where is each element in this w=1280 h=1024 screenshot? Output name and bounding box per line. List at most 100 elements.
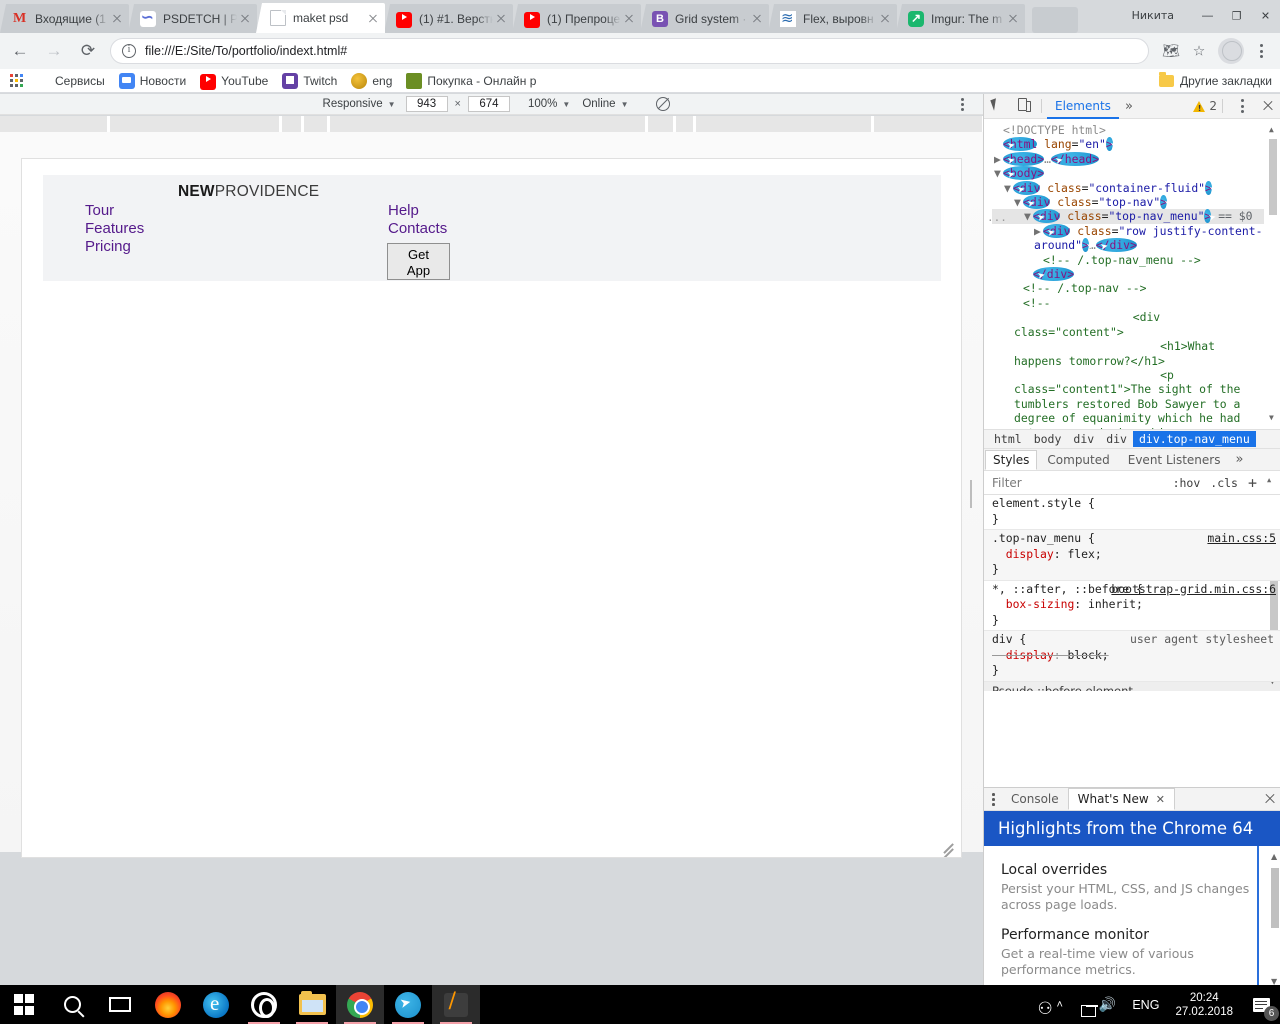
dom-node-line[interactable]: <!DOCTYPE html>: [992, 123, 1264, 137]
tab-console[interactable]: Console: [1002, 789, 1068, 809]
new-tab-button[interactable]: [1032, 7, 1078, 33]
get-app-button[interactable]: Get App: [387, 243, 450, 280]
scroll-thumb[interactable]: [1269, 139, 1277, 215]
devtools-close-button[interactable]: [1256, 94, 1280, 118]
css-rule-source[interactable]: main.css:5: [1207, 531, 1276, 547]
tab-close-icon[interactable]: [1005, 11, 1021, 27]
browser-tab[interactable]: maket psd: [256, 3, 385, 33]
sublime-button[interactable]: [432, 985, 480, 1024]
bookmark-item[interactable]: Сервисы: [27, 70, 112, 92]
inspect-element-icon[interactable]: [984, 94, 1010, 118]
other-bookmarks-button[interactable]: Другие закладки: [1159, 74, 1280, 88]
css-value[interactable]: flex;: [1067, 547, 1101, 561]
css-property[interactable]: display: [1006, 648, 1054, 662]
css-rule[interactable]: *, ::after, ::before {bootstrap-grid.min…: [984, 581, 1280, 632]
css-property[interactable]: display: [1006, 547, 1054, 561]
css-selector[interactable]: div {: [992, 632, 1026, 646]
dom-node-line[interactable]: ▶<head>…</head>: [992, 152, 1264, 166]
cls-toggle[interactable]: .cls: [1210, 476, 1238, 490]
notification-center-button[interactable]: 6: [1242, 985, 1280, 1024]
breadcrumb-item[interactable]: div: [1100, 431, 1133, 447]
bookmark-item[interactable]: eng: [344, 70, 399, 92]
bookmark-item[interactable]: YouTube: [193, 70, 275, 92]
hov-toggle[interactable]: :hov: [1173, 476, 1201, 490]
css-selector[interactable]: element.style {: [992, 496, 1095, 510]
warning-indicator[interactable]: 2: [1193, 99, 1217, 113]
dom-node-line[interactable]: <h1>What happens tomorrow?</h1>: [992, 339, 1264, 368]
close-icon[interactable]: ✕: [1156, 793, 1165, 806]
browser-tab[interactable]: BGrid system ·: [640, 4, 769, 33]
site-nav-link[interactable]: Pricing: [85, 238, 144, 256]
viewport-height-input[interactable]: 674: [468, 96, 510, 112]
minimize-button[interactable]: —: [1193, 0, 1222, 31]
css-rule-source[interactable]: bootstrap-grid.min.css:6: [1111, 582, 1276, 598]
task-view-button[interactable]: [96, 985, 144, 1024]
dom-node-line[interactable]: <div class="content">: [992, 310, 1264, 339]
search-button[interactable]: [48, 985, 96, 1024]
tab-close-icon[interactable]: [877, 11, 893, 27]
scroll-down-icon[interactable]: ▼: [1269, 411, 1274, 425]
tab-styles[interactable]: Styles: [985, 450, 1037, 470]
site-nav-link[interactable]: Help: [388, 202, 447, 220]
apps-grid-icon[interactable]: [10, 74, 23, 87]
browser-tab[interactable]: Входящие (1: [0, 4, 129, 33]
no-throttling-icon[interactable]: [656, 97, 670, 111]
site-nav-link[interactable]: Contacts: [388, 220, 447, 238]
breadcrumb-item[interactable]: div.top-nav_menu: [1133, 431, 1256, 447]
expand-triangle-icon[interactable]: ▶: [994, 152, 1003, 166]
tab-close-icon[interactable]: [237, 11, 253, 27]
maximize-button[interactable]: ❐: [1222, 0, 1251, 31]
filter-input[interactable]: Filter: [992, 476, 1022, 490]
scroll-up-icon[interactable]: ▲: [1271, 852, 1277, 861]
scroll-up-icon[interactable]: ▲: [1269, 123, 1274, 137]
css-value[interactable]: inherit;: [1088, 597, 1143, 611]
css-declaration[interactable]: display: block;: [992, 648, 1268, 664]
firefox-button[interactable]: [144, 985, 192, 1024]
device-toolbar-icon[interactable]: [1010, 94, 1036, 118]
dom-node-line[interactable]: ▼<body>: [992, 166, 1264, 180]
browser-tab[interactable]: PSDETCH | PS: [128, 4, 257, 33]
expand-triangle-icon[interactable]: ▼: [994, 166, 1003, 180]
css-rule[interactable]: .top-nav_menu {main.css:5 display: flex;…: [984, 530, 1280, 581]
more-tabs-icon[interactable]: »: [1119, 99, 1139, 114]
start-button[interactable]: [0, 985, 48, 1024]
tab-close-icon[interactable]: [493, 11, 509, 27]
css-declaration[interactable]: box-sizing: inherit;: [992, 597, 1268, 613]
page-viewport[interactable]: NEWPROVIDENCE TourFeaturesPricing HelpCo…: [21, 158, 962, 858]
css-value[interactable]: block;: [1067, 648, 1108, 662]
css-rule[interactable]: div {user agent stylesheet display: bloc…: [984, 631, 1280, 682]
tab-computed[interactable]: Computed: [1039, 451, 1117, 469]
css-rule[interactable]: element.style {}: [984, 495, 1280, 530]
browser-tab[interactable]: Flex, выровн: [768, 4, 897, 33]
site-nav-link[interactable]: Features: [85, 220, 144, 238]
browser-tab[interactable]: (1) #1. Верстк: [384, 4, 513, 33]
viewport-corner-resize-handle[interactable]: [940, 838, 953, 851]
devtools-splitter[interactable]: [969, 480, 974, 508]
dom-node-line[interactable]: ▼<div class="top-nav">: [992, 195, 1264, 209]
dom-node-line[interactable]: <!-- /.top-nav_menu -->: [992, 253, 1264, 267]
profile-name-chip[interactable]: Никита: [1123, 6, 1183, 25]
bookmark-star-icon[interactable]: ☆: [1186, 38, 1212, 64]
tab-event-listeners[interactable]: Event Listeners: [1120, 451, 1229, 469]
dom-tree-scrollbar[interactable]: ▲ ▼: [1268, 123, 1278, 425]
bookmark-item[interactable]: Новости: [112, 70, 193, 92]
css-selector[interactable]: .top-nav_menu {: [992, 531, 1095, 545]
breadcrumb-item[interactable]: html: [988, 431, 1028, 447]
drawer-kebab-menu[interactable]: [984, 789, 1002, 809]
tab-close-icon[interactable]: [109, 11, 125, 27]
chrome-button[interactable]: [336, 985, 384, 1024]
dom-tree[interactable]: ▲ ▼ <!DOCTYPE html><html lang="en">▶<hea…: [984, 119, 1280, 429]
drawer-close-button[interactable]: [1259, 788, 1280, 810]
close-window-button[interactable]: ✕: [1251, 0, 1280, 31]
page-info-icon[interactable]: [122, 44, 136, 58]
styles-scroll-up-icon[interactable]: [1267, 476, 1276, 489]
volume-button[interactable]: 🔊: [1090, 996, 1125, 1013]
tab-close-icon[interactable]: [749, 11, 765, 27]
css-property[interactable]: box-sizing: [1006, 597, 1075, 611]
bookmark-item[interactable]: Покупка - Онлайн р: [399, 70, 543, 92]
opera-button[interactable]: [240, 985, 288, 1024]
viewport-width-input[interactable]: 943: [406, 96, 448, 112]
device-toolbar-kebab-menu[interactable]: [955, 97, 969, 112]
show-hidden-icons-button[interactable]: ˄: [1047, 999, 1071, 1011]
back-button[interactable]: ←: [6, 37, 34, 65]
